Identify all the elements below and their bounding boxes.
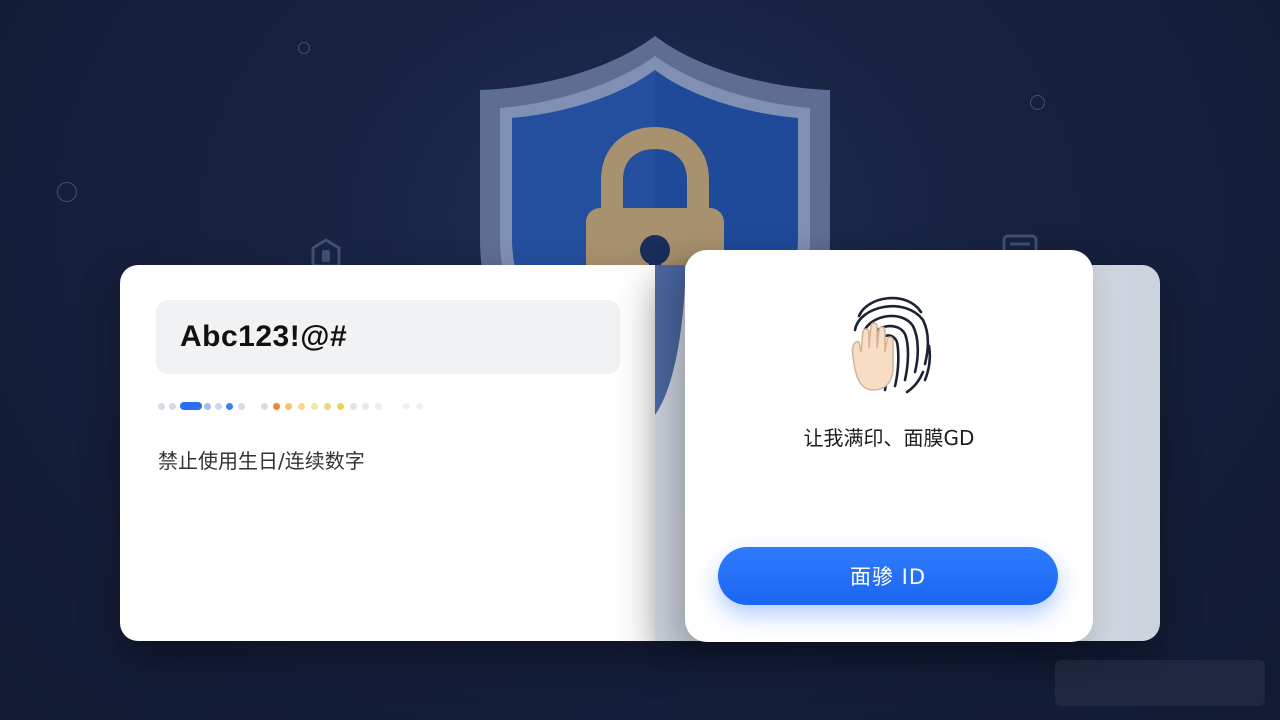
password-value: Abc123!@#: [180, 320, 348, 353]
shield-edge: [655, 265, 685, 415]
watermark-block: [1055, 660, 1265, 706]
password-rule-hint: 禁止使用生日/连续数字: [158, 449, 365, 473]
biometric-card: 让我满印、面膜GD 面骖 ID: [685, 250, 1093, 642]
password-panel: Abc123!@# 禁止使用生日/连续数字: [120, 265, 660, 641]
bokeh-circle: [298, 42, 310, 54]
biometric-caption: 让我满印、面膜GD: [803, 426, 975, 450]
password-strength-meter: [158, 400, 438, 412]
fingerprint-hand-icon: [851, 296, 932, 394]
bokeh-circle: [1030, 95, 1045, 110]
face-id-button[interactable]: 面骖 ID: [718, 547, 1058, 605]
small-lock-icon: [311, 238, 341, 268]
bokeh-circle: [57, 182, 77, 202]
security-scene: Abc123!@# 禁止使用生日/连续数字 让我满印、面膜GD 面骖 ID: [0, 0, 1280, 720]
password-input[interactable]: Abc123!@#: [156, 300, 620, 374]
